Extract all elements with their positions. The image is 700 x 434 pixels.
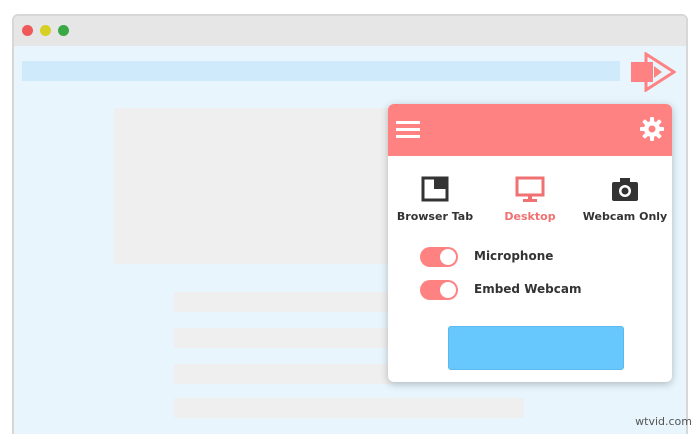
camera-icon [612,178,638,201]
mode-desktop[interactable]: Desktop [483,170,577,230]
toggle-row-embed-webcam: Embed Webcam [420,279,640,301]
embed-webcam-toggle[interactable] [420,280,458,300]
mode-browser-tab-label: Browser Tab [396,210,474,223]
record-extension-icon[interactable] [628,52,676,92]
mode-webcam-only[interactable]: Webcam Only [578,170,672,230]
popup-header [388,104,672,156]
mode-webcam-only-label: Webcam Only [582,210,668,223]
gear-icon[interactable] [639,116,665,142]
close-window-button[interactable] [22,25,33,36]
start-recording-button[interactable] [448,326,624,370]
watermark-text: wtvid.com [635,415,692,428]
content-placeholder-line [174,292,394,312]
content-placeholder-line [174,328,394,348]
browser-tab-icon [421,176,449,202]
hamburger-menu-icon[interactable] [396,118,422,142]
toggle-knob [440,249,456,265]
mode-desktop-label: Desktop [504,210,556,223]
embed-webcam-label: Embed Webcam [474,282,582,296]
recorder-popup: Browser Tab Desktop Webcam Only Micropho… [388,104,672,382]
maximize-window-button[interactable] [58,25,69,36]
content-placeholder-line [174,398,524,418]
browser-titlebar [14,16,686,46]
microphone-label: Microphone [474,249,554,263]
toggle-knob [440,282,456,298]
minimize-window-button[interactable] [40,25,51,36]
toggle-row-microphone: Microphone [420,246,640,268]
monitor-icon [515,176,545,202]
address-bar[interactable] [22,61,620,81]
microphone-toggle[interactable] [420,247,458,267]
mode-browser-tab[interactable]: Browser Tab [388,170,482,230]
content-placeholder-line [174,364,394,384]
content-placeholder-image [114,108,394,264]
